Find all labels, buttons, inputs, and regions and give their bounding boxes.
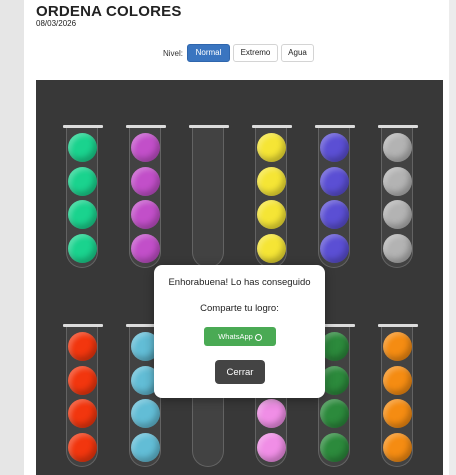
ball-red [68, 365, 97, 395]
ball-green [68, 233, 97, 263]
ball-red [68, 432, 97, 462]
tube-rim [126, 125, 166, 128]
ball-magenta [131, 133, 160, 162]
tube-rim [378, 324, 418, 327]
ball-orange [383, 365, 412, 395]
tube[interactable] [189, 125, 229, 268]
game-title: ORDENA COLORES [36, 3, 182, 20]
ball-green [68, 133, 97, 162]
ball-orange [383, 399, 412, 428]
victory-dialog: Enhorabuena! Lo has conseguido Comparte … [154, 265, 325, 398]
level-extremo-button[interactable]: Extremo [233, 44, 278, 62]
tube-rim [315, 125, 355, 128]
ball-orange [383, 432, 412, 462]
whatsapp-icon [254, 333, 262, 341]
ball-blue [320, 133, 349, 162]
ball-green [68, 166, 97, 196]
tube-rim [378, 125, 418, 128]
tube[interactable] [63, 125, 103, 268]
ball-yellow [257, 233, 286, 263]
ball-magenta [131, 233, 160, 263]
ball-gray [383, 200, 412, 229]
ball-gray [383, 133, 412, 162]
ball-blue [320, 200, 349, 229]
ball-yellow [257, 200, 286, 229]
tube-rim [189, 125, 229, 128]
tube-rim [252, 125, 292, 128]
tube-rim [63, 125, 103, 128]
ball-pink [257, 432, 286, 462]
left-gutter [0, 0, 24, 475]
ball-green [68, 200, 97, 229]
ball-light-blue [131, 432, 160, 462]
tube[interactable] [126, 125, 166, 268]
ball-blue [320, 166, 349, 196]
level-label: Nivel: [163, 49, 184, 58]
right-gutter [449, 0, 456, 475]
ball-gray [383, 166, 412, 196]
ball-pink [257, 399, 286, 428]
tube[interactable] [378, 324, 418, 467]
game-date: 08/03/2026 [36, 19, 77, 28]
dialog-title: Enhorabuena! Lo has conseguido [168, 277, 311, 288]
ball-dark-green [320, 399, 349, 428]
whatsapp-label: WhatsApp [218, 332, 253, 341]
ball-gray [383, 233, 412, 263]
level-selector: Nivel: Normal Extremo Agua [0, 44, 456, 62]
ball-yellow [257, 133, 286, 162]
ball-dark-green [320, 432, 349, 462]
whatsapp-share-button[interactable]: WhatsApp [204, 327, 276, 346]
close-button[interactable]: Cerrar [215, 360, 265, 384]
share-prompt: Comparte tu logro: [200, 303, 279, 314]
tube[interactable] [252, 125, 292, 268]
ball-orange [383, 332, 412, 361]
ball-red [68, 332, 97, 361]
ball-magenta [131, 200, 160, 229]
ball-yellow [257, 166, 286, 196]
tube[interactable] [63, 324, 103, 467]
level-agua-button[interactable]: Agua [281, 44, 314, 62]
ball-red [68, 399, 97, 428]
ball-magenta [131, 166, 160, 196]
tube[interactable] [315, 125, 355, 268]
ball-light-blue [131, 399, 160, 428]
tube[interactable] [378, 125, 418, 268]
level-normal-button[interactable]: Normal [187, 44, 230, 62]
ball-blue [320, 233, 349, 263]
tube-rim [63, 324, 103, 327]
